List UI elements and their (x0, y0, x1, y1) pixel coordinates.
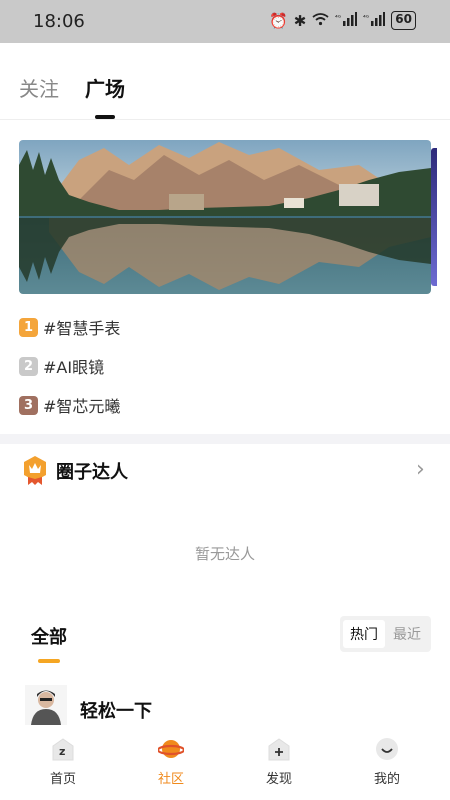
svg-text:z: z (59, 745, 65, 758)
tab-square[interactable]: 广场 (85, 73, 125, 102)
home-icon: z (52, 738, 74, 761)
trend-item[interactable]: 2 #AI眼镜 (19, 355, 104, 377)
battery-icon: 60 (391, 11, 416, 30)
trend-label: #智芯元曦 (43, 397, 121, 416)
nav-label: 首页 (49, 772, 76, 787)
nav-label: 我的 (373, 772, 400, 787)
nav-community[interactable]: 社区 (131, 736, 211, 796)
next-banner-peek (431, 148, 437, 286)
tab-follow[interactable]: 关注 (19, 73, 59, 102)
rank-badge: 1 (19, 317, 38, 337)
status-icons: ⏰ ✱ ⁴ᴳ ⁴ᴳ 60 (269, 11, 416, 30)
avatar (25, 685, 67, 725)
feed-tab-indicator (38, 659, 60, 663)
crown-badge-icon (24, 456, 46, 485)
trend-item[interactable]: 3 #智芯元曦 (19, 394, 120, 416)
signal-label-1: ⁴ᴳ (335, 14, 342, 22)
post-title: 轻松一下 (80, 701, 152, 722)
rank-badge: 2 (19, 356, 38, 376)
top-tabs: 关注 广场 (0, 43, 450, 120)
alarm-icon: ⏰ (269, 11, 288, 30)
signal-label-2: ⁴ᴳ (363, 14, 370, 22)
cellular-signal-icon-2: ⁴ᴳ (363, 11, 386, 30)
feed-section-title[interactable]: 全部 (31, 623, 67, 649)
rank-badge: 3 (19, 395, 38, 415)
nav-label: 社区 (157, 772, 184, 787)
bluetooth-icon: ✱ (293, 11, 307, 30)
sort-hot-button[interactable]: 热门 (343, 620, 385, 648)
circle-experts-header[interactable]: 圈子达人 › (0, 444, 450, 498)
banner-image[interactable] (19, 140, 431, 294)
status-bar: 18:06 ⏰ ✱ ⁴ᴳ ⁴ᴳ 60 (0, 0, 450, 43)
sort-recent-button[interactable]: 最近 (386, 620, 428, 648)
empty-state-text: 暂无达人 (194, 545, 255, 563)
trend-label: #AI眼镜 (43, 358, 105, 377)
bottom-nav: z 首页 社区 发现 我的 (0, 726, 450, 800)
discover-icon (268, 738, 290, 761)
active-tab-indicator (95, 115, 115, 119)
sort-toggle: 热门 最近 (340, 616, 431, 652)
post-item[interactable]: 轻松一下 (0, 682, 450, 726)
cellular-signal-icon: ⁴ᴳ (335, 11, 358, 30)
chevron-right-icon[interactable]: › (416, 457, 425, 482)
trend-item[interactable]: 1 #智慧手表 (19, 316, 120, 338)
status-time: 18:06 (33, 11, 85, 32)
section-divider (0, 434, 450, 444)
nav-label: 发现 (265, 772, 292, 787)
wifi-icon (312, 12, 329, 30)
profile-icon (376, 738, 398, 760)
nav-home[interactable]: z 首页 (23, 736, 103, 796)
nav-mine[interactable]: 我的 (347, 736, 427, 796)
circle-experts-title: 圈子达人 (56, 462, 128, 483)
nav-discover[interactable]: 发现 (239, 736, 319, 796)
planet-icon (158, 740, 184, 758)
trend-label: #智慧手表 (43, 319, 121, 338)
